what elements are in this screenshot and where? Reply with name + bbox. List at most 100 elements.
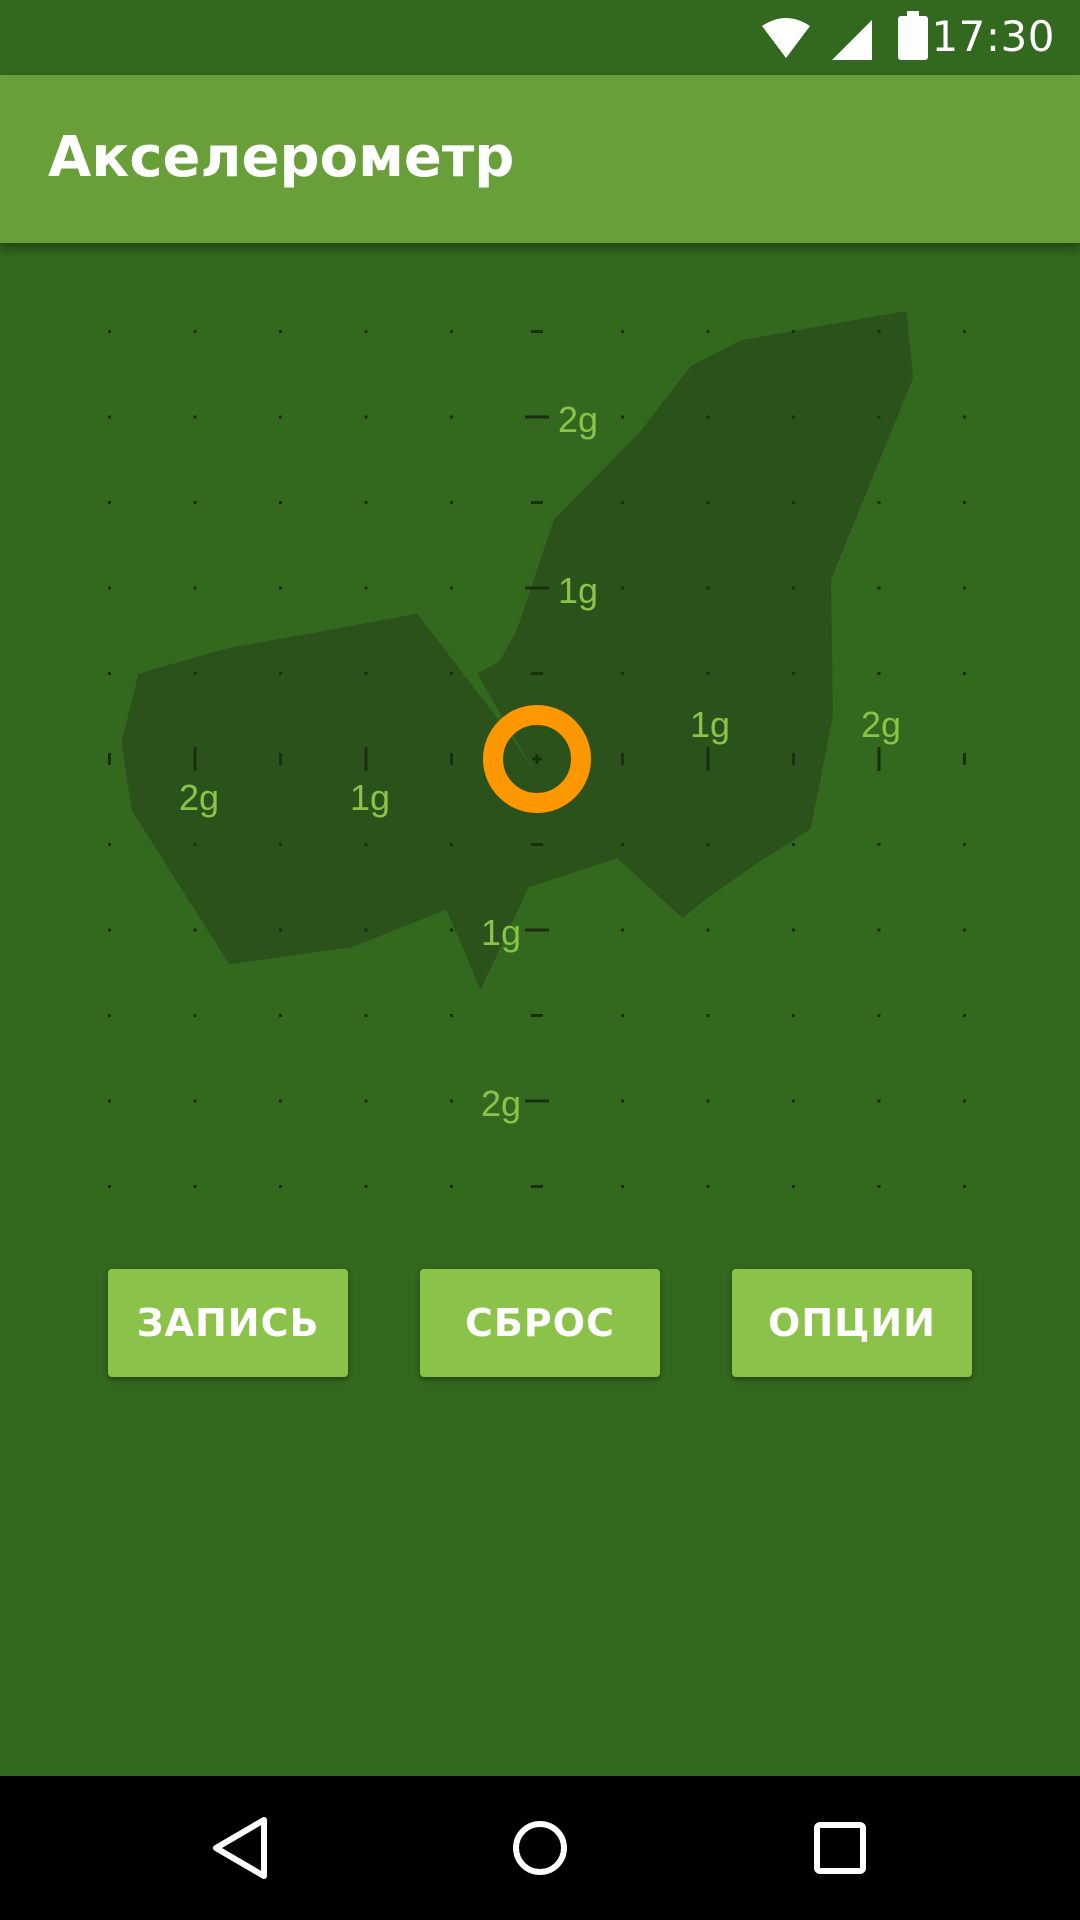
reset-button[interactable]: СБРОС [420, 1269, 660, 1377]
grid-dot [706, 501, 710, 504]
grid-dot [621, 330, 624, 333]
record-button[interactable]: ЗАПИСЬ [108, 1269, 348, 1377]
grid-dot [621, 1014, 624, 1017]
grid-dot [364, 672, 368, 675]
grid-dot [279, 501, 282, 504]
status-bar: 17:30 [0, 0, 1080, 75]
grid-dot [108, 1185, 111, 1188]
grid-dot [963, 415, 966, 419]
button-row: ЗАПИСЬ СБРОС ОПЦИИ [0, 1269, 1080, 1377]
options-button[interactable]: ОПЦИИ [732, 1269, 972, 1377]
grid-dot [706, 415, 710, 419]
grid-dot [193, 330, 197, 333]
grid-dot [364, 501, 368, 504]
grid-dot [963, 843, 966, 846]
y-axis-label-neg-2g: 2g [481, 1083, 521, 1124]
recents-icon[interactable] [790, 1798, 890, 1898]
grid-dot [877, 1099, 881, 1103]
home-icon[interactable] [490, 1798, 590, 1898]
accelerometer-plot: 1g 2g 1g 2g 1g 2g 1g 2g [108, 311, 966, 1188]
grid-dot [963, 672, 966, 675]
grid-dot [364, 1185, 368, 1188]
grid-dot [450, 1185, 453, 1188]
grid-dot [963, 1185, 966, 1188]
grid-dot [706, 1014, 710, 1017]
acceleration-trace-area [121, 311, 914, 990]
grid-dot [279, 1099, 282, 1103]
grid-dot [108, 928, 111, 932]
grid-dot [877, 1185, 881, 1188]
grid-dot [279, 1185, 282, 1188]
grid-dot [621, 586, 624, 590]
x-axis-label-neg-2g: 2g [179, 777, 219, 818]
grid-dot [450, 586, 453, 590]
grid-dot [364, 586, 368, 590]
navigation-bar [0, 1776, 1080, 1920]
grid-dot [364, 928, 368, 932]
grid-dot [450, 843, 453, 846]
grid-dot [621, 1099, 624, 1103]
grid-dot [792, 586, 795, 590]
x-axis-label-pos-2g: 2g [861, 704, 901, 745]
grid-dot [963, 1099, 966, 1103]
grid-dot [108, 330, 111, 333]
grid-dot [364, 1014, 368, 1017]
battery-icon [898, 11, 928, 60]
x-axis-label-pos-1g: 1g [690, 704, 730, 745]
y-axis-label-pos-2g: 2g [558, 399, 598, 440]
grid-dot [364, 1099, 368, 1103]
grid-dot [193, 672, 197, 675]
grid-dot [108, 672, 111, 675]
status-icons [762, 18, 872, 60]
grid-dot [792, 1099, 795, 1103]
grid-dot [877, 672, 881, 675]
grid-dot [193, 501, 197, 504]
grid-dot [792, 330, 795, 333]
back-icon[interactable] [190, 1798, 290, 1898]
grid-dot [193, 928, 197, 932]
grid-dot [963, 501, 966, 504]
grid-dot [108, 415, 111, 419]
grid-dot [706, 330, 710, 333]
grid-dot [450, 501, 453, 504]
grid-dot [792, 415, 795, 419]
grid-dot [877, 501, 881, 504]
y-axis-label-neg-1g: 1g [481, 912, 521, 953]
grid-dot [279, 672, 282, 675]
grid-dot [193, 1014, 197, 1017]
grid-dot [108, 843, 111, 846]
grid-dot [108, 1099, 111, 1103]
grid-dot [877, 586, 881, 590]
grid-dot [364, 843, 368, 846]
page-title: Акселерометр [48, 125, 515, 190]
grid-dot [963, 330, 966, 333]
x-axis-label-neg-1g: 1g [350, 777, 390, 818]
grid-dot [279, 330, 282, 333]
grid-dot [621, 501, 624, 504]
grid-dot [877, 330, 881, 333]
grid-dot [450, 1014, 453, 1017]
grid-dot [279, 586, 282, 590]
cell-signal-icon [832, 20, 872, 60]
grid-dot [450, 415, 453, 419]
grid-dot [364, 415, 368, 419]
grid-dot [706, 586, 710, 590]
grid-dot [792, 672, 795, 675]
grid-dot [706, 1185, 710, 1188]
grid-dot [279, 415, 282, 419]
grid-dot [450, 928, 453, 932]
grid-dot [108, 501, 111, 504]
grid-dot [877, 843, 881, 846]
grid-dot [792, 843, 795, 846]
grid-dot [706, 1099, 710, 1103]
grid-dot [279, 843, 282, 846]
grid-dot [792, 501, 795, 504]
grid-dot [621, 928, 624, 932]
grid-dot [193, 415, 197, 419]
grid-dot [450, 330, 453, 333]
grid-dot [450, 672, 453, 675]
grid-dot [193, 586, 197, 590]
grid-dot [364, 330, 368, 333]
wifi-icon [762, 18, 810, 58]
grid-dot [877, 1014, 881, 1017]
